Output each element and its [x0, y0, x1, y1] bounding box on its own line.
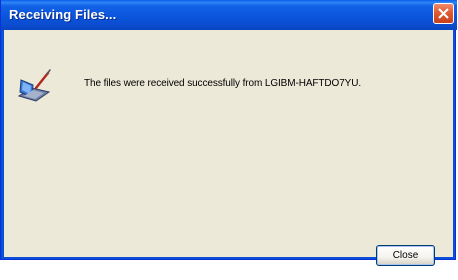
- window-title: Receiving Files...: [9, 7, 117, 22]
- dialog-body: The files were received successfully fro…: [4, 30, 453, 266]
- title-bar[interactable]: Receiving Files...: [1, 0, 457, 30]
- window-close-button[interactable]: [433, 3, 454, 24]
- status-message: The files were received successfully fro…: [84, 78, 362, 89]
- receiving-files-dialog: Receiving Files... The files were receiv…: [0, 0, 457, 266]
- close-button[interactable]: Close: [376, 245, 435, 266]
- close-icon: [438, 8, 449, 19]
- laptop-receive-icon: [17, 69, 51, 102]
